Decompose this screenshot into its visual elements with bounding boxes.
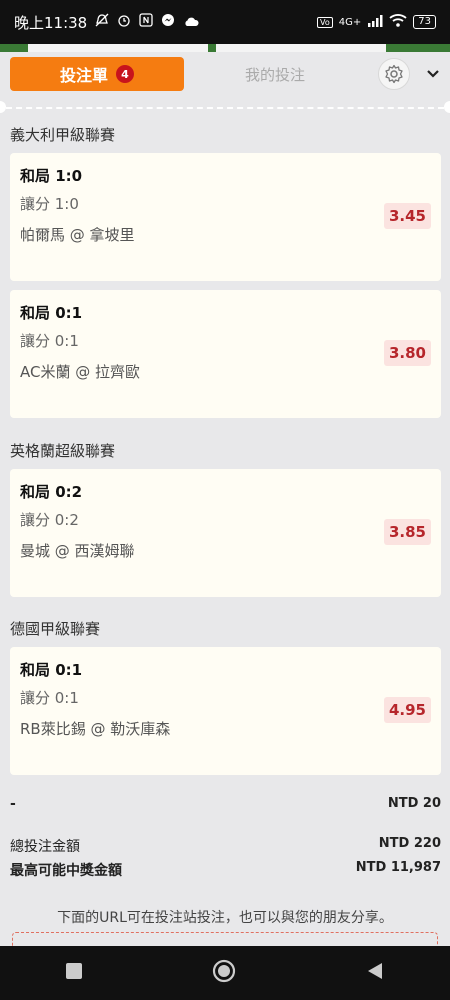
bet-card[interactable]: 和局 0:1 讓分 0:1 RB萊比錫 @ 勒沃庫森 4.95 [10, 647, 441, 775]
max-payout-row: 最高可能中獎金額 NTD 11,987 [10, 860, 441, 880]
wifi-icon [389, 14, 407, 30]
tab-betslip-label: 投注單 [59, 66, 108, 85]
messenger-icon [161, 13, 175, 31]
bet-market: 讓分 0:1 [20, 332, 79, 350]
bet-card[interactable]: 和局 0:2 讓分 0:2 曼城 @ 西漢姆聯 3.85 [10, 469, 441, 597]
volte-icon: Vo [317, 16, 333, 28]
league-title: 德國甲級聯賽 [10, 620, 101, 638]
home-icon[interactable] [212, 959, 236, 987]
share-hint: 下面的URL可在投注站投注，也可以與您的朋友分享。 [57, 910, 393, 926]
stake-value: NTD 20 [387, 796, 441, 811]
tab-my-bets[interactable]: 我的投注 [200, 57, 350, 91]
cloud-icon [183, 13, 199, 31]
total-stake-label: 總投注金額 [10, 839, 80, 855]
betslip-header: 投注單 4 我的投注 [0, 52, 450, 100]
total-stake-value: NTD 220 [378, 836, 441, 851]
network-type: 4G+ [338, 16, 362, 28]
status-bar: 晚上11:38 Vo 4G+ 73 [0, 0, 450, 44]
total-stake-row: 總投注金額 NTD 220 [10, 836, 441, 856]
recent-apps-icon[interactable] [65, 962, 83, 984]
stake-row: - NTD 20 [10, 796, 441, 812]
mute-icon [95, 13, 109, 31]
bet-match: 曼城 @ 西漢姆聯 [20, 542, 135, 560]
league-title: 義大利甲級聯賽 [10, 126, 116, 144]
dashed-divider [6, 107, 444, 109]
alarm-icon [117, 13, 131, 31]
chevron-down-icon[interactable] [422, 62, 444, 86]
bet-match: AC米蘭 @ 拉齊歐 [20, 363, 141, 381]
bet-selection: 和局 0:1 [20, 304, 83, 322]
bet-market: 讓分 1:0 [20, 195, 79, 213]
back-icon[interactable] [365, 961, 385, 985]
bet-match: 帕爾馬 @ 拿坡里 [20, 226, 135, 244]
betslip-count-badge: 4 [116, 65, 134, 83]
battery-indicator: 73 [413, 15, 436, 29]
tab-betslip[interactable]: 投注單 4 [10, 57, 184, 91]
bet-card[interactable]: 和局 0:1 讓分 0:1 AC米蘭 @ 拉齊歐 3.80 [10, 290, 441, 418]
signal-icon [367, 14, 383, 30]
stake-label: - [10, 796, 16, 812]
nfc-icon [139, 13, 153, 31]
bet-card[interactable]: 和局 1:0 讓分 1:0 帕爾馬 @ 拿坡里 3.45 [10, 153, 441, 281]
banner-strip [0, 44, 450, 52]
bet-odds: 4.95 [383, 697, 431, 723]
bet-odds: 3.80 [383, 340, 431, 366]
bet-odds: 3.45 [383, 203, 431, 229]
bet-market: 讓分 0:1 [20, 689, 79, 707]
status-time: 晚上11:38 [14, 13, 88, 32]
bet-match: RB萊比錫 @ 勒沃庫森 [20, 720, 171, 738]
bet-market: 讓分 0:2 [20, 511, 79, 529]
bet-selection: 和局 1:0 [20, 167, 83, 185]
gear-icon[interactable] [378, 58, 410, 90]
bet-odds: 3.85 [383, 519, 431, 545]
bet-selection: 和局 0:2 [20, 483, 83, 501]
bet-selection: 和局 0:1 [20, 661, 83, 679]
ticket-notch-right [444, 101, 450, 113]
system-nav-bar [0, 946, 450, 1000]
max-payout-value: NTD 11,987 [355, 860, 441, 875]
max-payout-label: 最高可能中獎金額 [10, 863, 122, 879]
league-title: 英格蘭超級聯賽 [10, 442, 116, 460]
